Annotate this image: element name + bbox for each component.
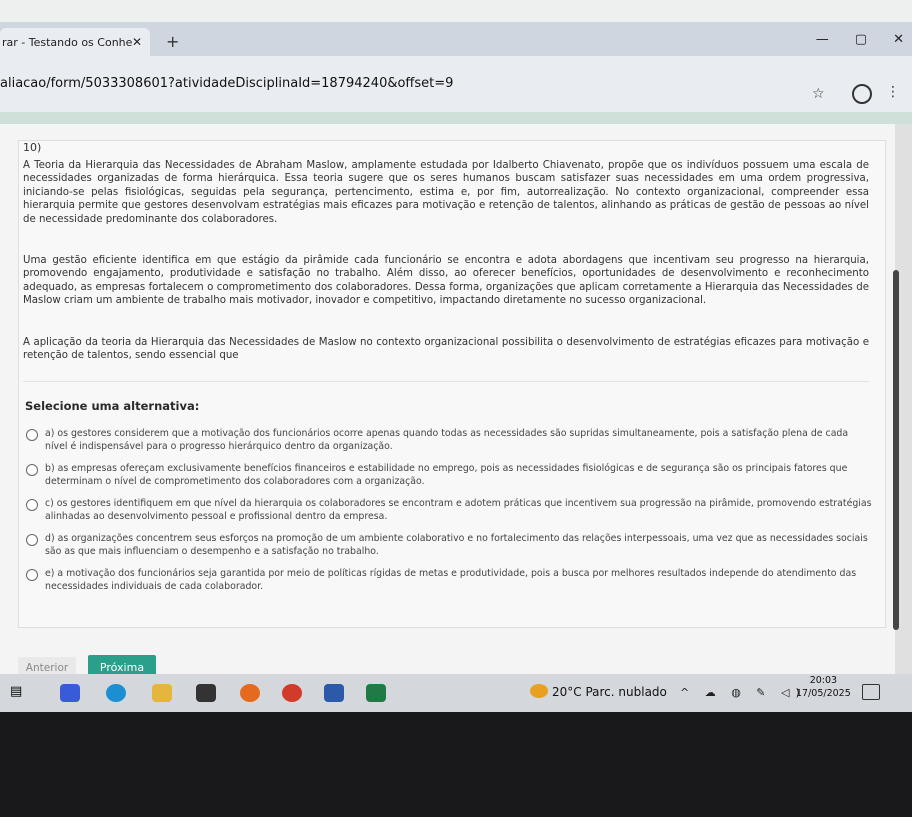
page-header-strip [0,112,912,124]
alternative-c-text: c) os gestores identifiquem em que nível… [45,498,872,522]
question-number: 10) [23,141,42,154]
maximize-button[interactable]: ▢ [855,32,867,47]
page-content: 10) A Teoria da Hierarquia das Necessida… [0,124,895,680]
notification-icon[interactable] [862,684,880,700]
firefox-icon[interactable] [240,684,260,702]
edge-icon[interactable] [106,684,126,702]
system-tray-icons[interactable]: ^ ☁ ◍ ✎ ◁) [680,686,806,699]
word-icon[interactable] [324,684,344,702]
clock-date: 17/05/2025 [796,688,851,699]
radio-c[interactable] [26,499,38,511]
alternative-d[interactable]: d) as organizações concentrem seus esfor… [23,532,873,558]
select-label: Selecione uma alternativa: [25,399,200,413]
window-controls: — ▢ ✕ [816,32,904,47]
radio-e[interactable] [26,569,38,581]
browser-menu-icon[interactable]: ⋮ [886,84,900,100]
question-paragraph-2: Uma gestão eficiente identifica em que e… [23,255,869,307]
alternative-e-text: e) a motivação dos funcionários seja gar… [45,568,857,592]
scrollbar-thumb[interactable] [893,270,899,630]
screen: rar - Testando os Conhe ✕ + — ▢ ✕ aliaca… [0,0,912,712]
weather-icon [530,684,548,698]
taskbar: ▤ 20°C Parc. nublado ^ ☁ ◍ ✎ ◁) 20:03 17… [0,674,912,712]
task-view-icon[interactable]: ▤ [10,684,30,702]
alternative-b-text: b) as empresas ofereçam exclusivamente b… [45,463,848,487]
store-icon[interactable] [196,684,216,702]
bookmark-star-icon[interactable]: ☆ [812,86,825,102]
question-paragraph-1: A Teoria da Hierarquia das Necessidades … [23,160,869,225]
alternative-b[interactable]: b) as empresas ofereçam exclusivamente b… [23,462,873,488]
question-paragraph-3: A aplicação da teoria da Hierarquia das … [23,337,869,362]
file-explorer-icon[interactable] [152,684,172,702]
minimize-button[interactable]: — [816,32,829,47]
alternative-e[interactable]: e) a motivação dos funcionários seja gar… [23,567,873,593]
alternative-d-text: d) as organizações concentrem seus esfor… [45,533,868,557]
radio-d[interactable] [26,534,38,546]
address-bar: aliacao/form/5033308601?atividadeDiscipl… [0,56,912,112]
clock[interactable]: 20:03 17/05/2025 [796,674,851,700]
new-tab-button[interactable]: + [166,32,179,51]
tab-title: rar - Testando os Conhe [2,35,133,49]
browser-tab[interactable]: rar - Testando os Conhe ✕ [0,28,150,56]
divider [23,381,869,382]
copilot-icon[interactable] [60,684,80,702]
alternative-a[interactable]: a) os gestores considerem que a motivaçã… [23,427,873,453]
opera-icon[interactable] [282,684,302,702]
url-field[interactable]: aliacao/form/5033308601?atividadeDiscipl… [0,76,453,91]
question-card: 10) A Teoria da Hierarquia das Necessida… [18,140,886,628]
excel-icon[interactable] [366,684,386,702]
alternative-c[interactable]: c) os gestores identifiquem em que nível… [23,497,873,523]
weather-text[interactable]: 20°C Parc. nublado [552,685,667,699]
clock-time: 20:03 [809,675,838,686]
monitor-bezel [0,712,912,817]
close-window-button[interactable]: ✕ [893,32,904,47]
profile-icon[interactable] [852,84,872,104]
tab-bar: rar - Testando os Conhe ✕ + — ▢ ✕ [0,22,912,56]
alternatives-list: a) os gestores considerem que a motivaçã… [23,427,873,602]
radio-a[interactable] [26,429,38,441]
alternative-a-text: a) os gestores considerem que a motivaçã… [45,428,849,452]
tab-close-icon[interactable]: ✕ [132,35,142,49]
radio-b[interactable] [26,464,38,476]
